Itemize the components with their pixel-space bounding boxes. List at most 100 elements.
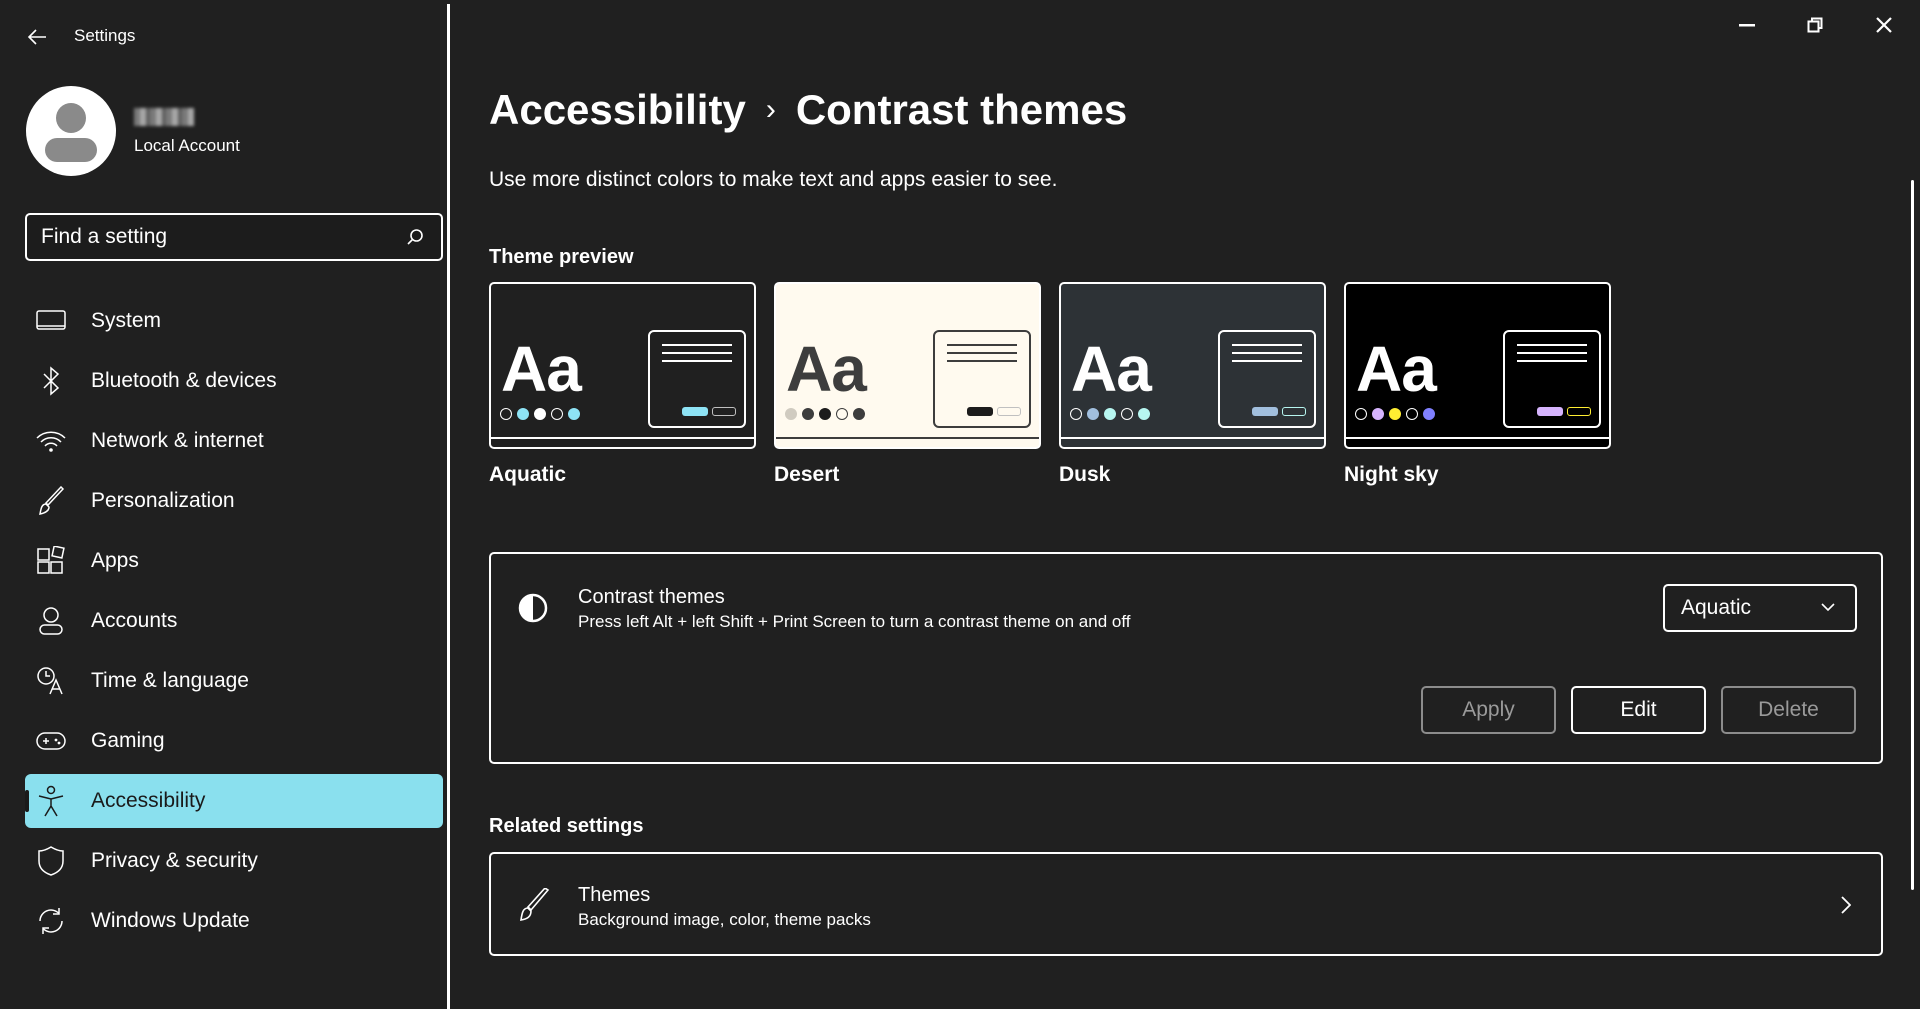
chevron-right-icon xyxy=(1841,896,1851,914)
contrast-icon xyxy=(518,593,548,623)
theme-color-dots xyxy=(1070,408,1150,420)
theme-sample-text: Aa xyxy=(786,333,867,405)
theme-sample-text: Aa xyxy=(501,333,582,405)
sidebar-item-personalization[interactable]: Personalization xyxy=(25,474,443,528)
sidebar-item-label: Accessibility xyxy=(91,789,206,812)
theme-color-dot xyxy=(1121,408,1133,420)
sidebar: Settings Local Account System Bluetooth … xyxy=(0,0,448,1009)
sidebar-nav: System Bluetooth & devices Network & int… xyxy=(25,294,443,954)
sidebar-item-label: Time & language xyxy=(91,669,249,692)
theme-color-dots xyxy=(785,408,865,420)
contrast-themes-title: Contrast themes xyxy=(578,586,725,608)
theme-color-dots xyxy=(500,408,580,420)
breadcrumb: Accessibility › Contrast themes xyxy=(489,86,1127,134)
themes-link-subtitle: Background image, color, theme packs xyxy=(578,910,871,929)
theme-sample-text: Aa xyxy=(1356,333,1437,405)
theme-color-dot xyxy=(1372,408,1384,420)
theme-preview-swatch[interactable]: Aa xyxy=(1059,282,1326,449)
theme-color-dot xyxy=(836,408,848,420)
theme-preview-swatch[interactable]: Aa xyxy=(489,282,756,449)
sidebar-item-windows-update[interactable]: Windows Update xyxy=(25,894,443,948)
back-button[interactable] xyxy=(22,22,52,52)
sidebar-item-system[interactable]: System xyxy=(25,294,443,348)
wifi-icon xyxy=(31,414,71,468)
brush-icon xyxy=(31,474,71,528)
edit-button[interactable]: Edit xyxy=(1571,686,1706,734)
account-type: Local Account xyxy=(134,136,240,155)
theme-name: Night sky xyxy=(1344,463,1439,486)
theme-color-dot xyxy=(853,408,865,420)
theme-card-night-sky[interactable]: Aa Night sky xyxy=(1344,282,1611,487)
sidebar-item-bluetooth[interactable]: Bluetooth & devices xyxy=(25,354,443,408)
theme-mini-window xyxy=(933,330,1031,428)
sidebar-item-label: Personalization xyxy=(91,489,235,512)
theme-card-aquatic[interactable]: Aa Aquatic xyxy=(489,282,756,487)
apply-button[interactable]: Apply xyxy=(1421,686,1556,734)
sidebar-item-network[interactable]: Network & internet xyxy=(25,414,443,468)
delete-button[interactable]: Delete xyxy=(1721,686,1856,734)
contrast-themes-card: Contrast themes Press left Alt + left Sh… xyxy=(489,552,1883,764)
sidebar-item-accounts[interactable]: Accounts xyxy=(25,594,443,648)
theme-color-dots xyxy=(1355,408,1435,420)
sidebar-item-gaming[interactable]: Gaming xyxy=(25,714,443,768)
pane-divider xyxy=(447,4,450,1009)
theme-color-dot xyxy=(568,408,580,420)
theme-color-dot xyxy=(1138,408,1150,420)
breadcrumb-parent[interactable]: Accessibility xyxy=(489,86,746,134)
monitor-icon xyxy=(31,294,71,348)
sidebar-item-label: Accounts xyxy=(91,609,178,632)
theme-name: Dusk xyxy=(1059,463,1111,486)
back-arrow-icon xyxy=(27,29,46,45)
theme-color-dot xyxy=(1389,408,1401,420)
theme-name: Desert xyxy=(774,463,840,486)
search-icon[interactable] xyxy=(405,227,425,247)
user-name-redacted xyxy=(134,108,194,126)
person-icon xyxy=(31,594,71,648)
update-icon xyxy=(31,894,71,948)
gamepad-icon xyxy=(31,714,71,768)
sidebar-item-privacy-security[interactable]: Privacy & security xyxy=(25,834,443,888)
theme-mini-window xyxy=(1503,330,1601,428)
sidebar-item-accessibility[interactable]: Accessibility xyxy=(25,774,443,828)
theme-mini-window xyxy=(648,330,746,428)
theme-color-dot xyxy=(819,408,831,420)
profile[interactable]: Local Account xyxy=(26,86,240,176)
theme-sample-text: Aa xyxy=(1071,333,1152,405)
breadcrumb-separator: › xyxy=(765,93,776,126)
theme-color-dot xyxy=(785,408,797,420)
theme-preview-swatch[interactable]: Aa xyxy=(1344,282,1611,449)
scrollbar[interactable] xyxy=(1911,180,1914,890)
related-settings-heading: Related settings xyxy=(489,815,644,837)
main-content: Accessibility › Contrast themes Use more… xyxy=(452,0,1920,1009)
theme-card-dusk[interactable]: Aa Dusk xyxy=(1059,282,1326,487)
theme-select-value: Aquatic xyxy=(1681,596,1752,619)
theme-color-dot xyxy=(517,408,529,420)
title-bar: Settings xyxy=(0,0,448,74)
theme-preview-heading: Theme preview xyxy=(489,246,634,268)
theme-preview-swatch[interactable]: Aa xyxy=(774,282,1041,449)
theme-card-desert[interactable]: Aa Desert xyxy=(774,282,1041,487)
search-input[interactable] xyxy=(41,215,401,259)
sidebar-item-label: Bluetooth & devices xyxy=(91,369,277,392)
contrast-themes-shortcut: Press left Alt + left Shift + Print Scre… xyxy=(578,612,1131,631)
theme-color-dot xyxy=(1355,408,1367,420)
sidebar-item-label: Privacy & security xyxy=(91,849,258,872)
shield-icon xyxy=(31,834,71,888)
chevron-down-icon xyxy=(1821,603,1835,612)
sidebar-item-time-language[interactable]: Time & language xyxy=(25,654,443,708)
page-title: Contrast themes xyxy=(795,86,1128,133)
search-box[interactable] xyxy=(25,213,443,261)
theme-color-dot xyxy=(551,408,563,420)
theme-color-dot xyxy=(1423,408,1435,420)
themes-link-card[interactable]: Themes Background image, color, theme pa… xyxy=(489,852,1883,956)
sidebar-item-label: Gaming xyxy=(91,729,165,752)
theme-select[interactable]: Aquatic xyxy=(1663,584,1857,632)
time-language-icon xyxy=(31,654,71,708)
themes-link-title: Themes xyxy=(578,884,651,906)
avatar[interactable] xyxy=(26,86,116,176)
theme-color-dot xyxy=(1070,408,1082,420)
sidebar-item-apps[interactable]: Apps xyxy=(25,534,443,588)
theme-color-dot xyxy=(1406,408,1418,420)
theme-color-dot xyxy=(1087,408,1099,420)
sidebar-item-label: Network & internet xyxy=(91,429,264,452)
